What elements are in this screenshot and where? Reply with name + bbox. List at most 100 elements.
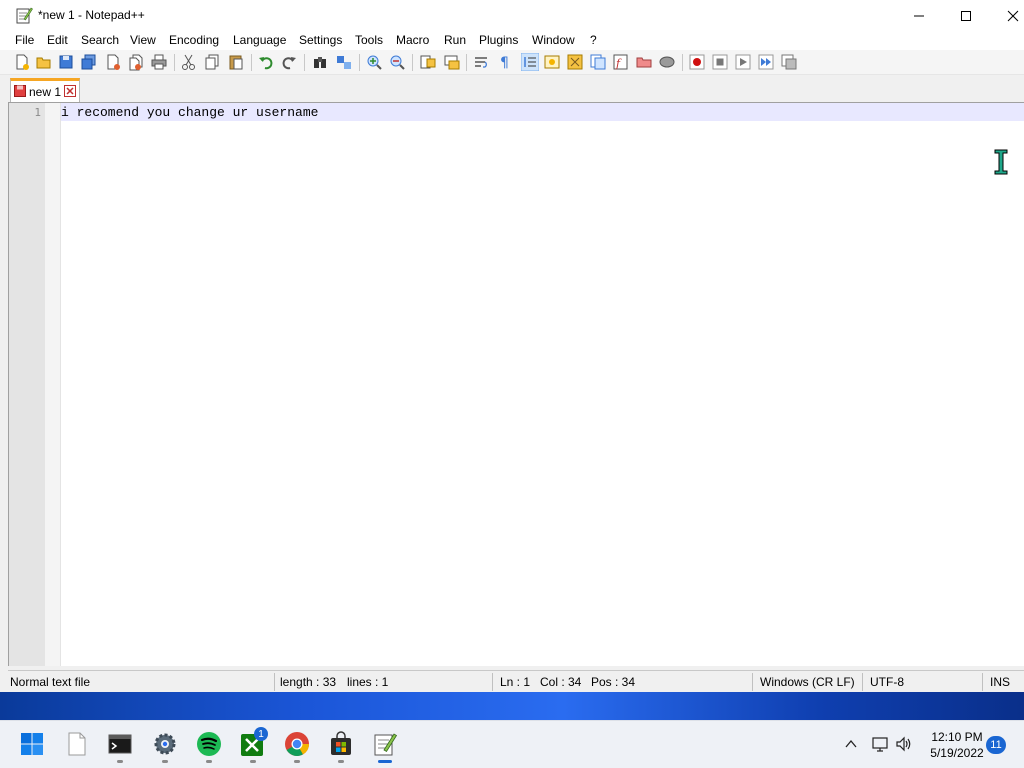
document-list-icon[interactable] [589, 53, 607, 71]
running-indicator [250, 760, 256, 763]
user-defined-language-icon[interactable] [543, 53, 561, 71]
status-col: Col : 34 [540, 675, 582, 689]
print-icon[interactable] [150, 53, 168, 71]
menu-help[interactable]: ? [590, 33, 597, 47]
close-all-icon[interactable] [127, 53, 145, 71]
minimize-button[interactable] [896, 0, 942, 31]
open-file-icon[interactable] [35, 53, 53, 71]
tab-bar: new 1 [8, 78, 1024, 102]
status-divider [752, 673, 753, 691]
maximize-icon [961, 10, 971, 21]
stop-macro-icon[interactable] [711, 53, 729, 71]
cut-icon[interactable] [180, 53, 198, 71]
taskbar-xbox-app[interactable]: 1 [240, 727, 268, 757]
taskbar-settings-app[interactable] [152, 731, 178, 757]
save-all-icon[interactable] [80, 53, 98, 71]
word-wrap-icon[interactable] [473, 53, 491, 71]
maximize-button[interactable] [943, 0, 989, 31]
zoom-out-icon[interactable] [388, 53, 406, 71]
taskbar-file-app[interactable] [64, 731, 90, 757]
zoom-in-icon[interactable] [365, 53, 383, 71]
running-indicator [117, 760, 123, 763]
title-bar: *new 1 - Notepad++ [0, 0, 1024, 31]
editor-area[interactable]: 1 i recomend you change ur username [8, 102, 1024, 666]
toolbar-separator [466, 54, 467, 71]
status-encoding[interactable]: UTF-8 [870, 671, 904, 693]
taskbar-terminal-app[interactable] [107, 731, 133, 757]
notification-count-badge[interactable]: 11 [986, 736, 1006, 754]
close-button[interactable] [990, 0, 1024, 31]
redo-icon[interactable] [280, 53, 298, 71]
monitoring-icon[interactable] [658, 53, 676, 71]
toolbar-separator [682, 54, 683, 71]
paste-icon[interactable] [227, 53, 245, 71]
clock-time[interactable]: 12:10 PM [918, 730, 996, 744]
terminal-icon [108, 734, 132, 754]
sync-vertical-icon[interactable] [419, 53, 437, 71]
menu-file[interactable]: File [15, 33, 34, 47]
taskbar-store-app[interactable] [328, 731, 354, 757]
taskbar-chrome-app[interactable] [284, 731, 310, 757]
record-macro-icon[interactable] [688, 53, 706, 71]
status-pos: Pos : 34 [591, 675, 636, 689]
new-file-icon[interactable] [13, 53, 31, 71]
taskbar-notepadpp-app[interactable] [372, 731, 398, 757]
taskbar-spotify-app[interactable] [196, 731, 222, 757]
save-macro-icon[interactable] [780, 53, 798, 71]
sync-horizontal-icon[interactable] [443, 53, 461, 71]
status-file-type: Normal text file [10, 675, 91, 689]
volume-icon[interactable] [895, 735, 913, 753]
menu-bar: File Edit Search View Encoding Language … [0, 31, 1024, 50]
status-length: length : 33 [280, 675, 337, 689]
replace-icon[interactable] [335, 53, 353, 71]
tab-label: new 1 [29, 85, 62, 99]
menu-edit[interactable]: Edit [47, 33, 68, 47]
editor-line-text[interactable]: i recomend you change ur username [61, 105, 318, 120]
toolbar-separator [359, 54, 360, 71]
menu-search[interactable]: Search [81, 33, 119, 47]
network-icon[interactable] [871, 735, 889, 753]
menu-encoding[interactable]: Encoding [169, 33, 219, 47]
show-all-characters-icon[interactable]: ¶ [496, 53, 514, 71]
line-number: 1 [34, 106, 41, 119]
menu-macro[interactable]: Macro [396, 33, 429, 47]
spotify-icon [197, 732, 221, 756]
menu-run[interactable]: Run [444, 33, 466, 47]
document-map-icon[interactable] [566, 53, 584, 71]
start-button[interactable] [19, 731, 45, 757]
status-bar: Normal text file length : 33 lines : 1 L… [8, 670, 1024, 692]
play-macro-icon[interactable] [734, 53, 752, 71]
running-indicator [294, 760, 300, 763]
notepadpp-icon [374, 733, 398, 756]
find-icon[interactable] [311, 53, 329, 71]
folder-as-workspace-icon[interactable] [635, 53, 653, 71]
function-list-icon[interactable]: f [612, 53, 630, 71]
tab-new-1[interactable]: new 1 [10, 78, 80, 102]
toolbar-separator [304, 54, 305, 71]
clock-date[interactable]: 5/19/2022 [918, 746, 996, 760]
show-hidden-icons-chevron-icon[interactable] [844, 737, 858, 751]
menu-view[interactable]: View [130, 33, 156, 47]
status-divider [274, 673, 275, 691]
menu-window[interactable]: Window [532, 33, 575, 47]
indent-guide-icon[interactable] [521, 53, 539, 71]
run-macro-multiple-icon[interactable] [757, 53, 775, 71]
close-file-icon[interactable] [104, 53, 122, 71]
undo-icon[interactable] [257, 53, 275, 71]
fold-margin[interactable] [45, 103, 60, 666]
status-divider [982, 673, 983, 691]
menu-plugins[interactable]: Plugins [479, 33, 518, 47]
windows-start-icon [21, 733, 43, 755]
menu-tools[interactable]: Tools [355, 33, 383, 47]
status-insert-mode[interactable]: INS [990, 671, 1010, 693]
blank-document-icon [68, 732, 86, 756]
copy-icon[interactable] [203, 53, 221, 71]
save-icon[interactable] [57, 53, 75, 71]
menu-settings[interactable]: Settings [299, 33, 342, 47]
tab-close-icon[interactable] [64, 85, 76, 97]
chrome-icon [285, 732, 309, 757]
status-eol[interactable]: Windows (CR LF) [760, 671, 855, 693]
toolbar-separator [251, 54, 252, 71]
notepadpp-app-icon[interactable] [15, 6, 33, 24]
menu-language[interactable]: Language [233, 33, 286, 47]
